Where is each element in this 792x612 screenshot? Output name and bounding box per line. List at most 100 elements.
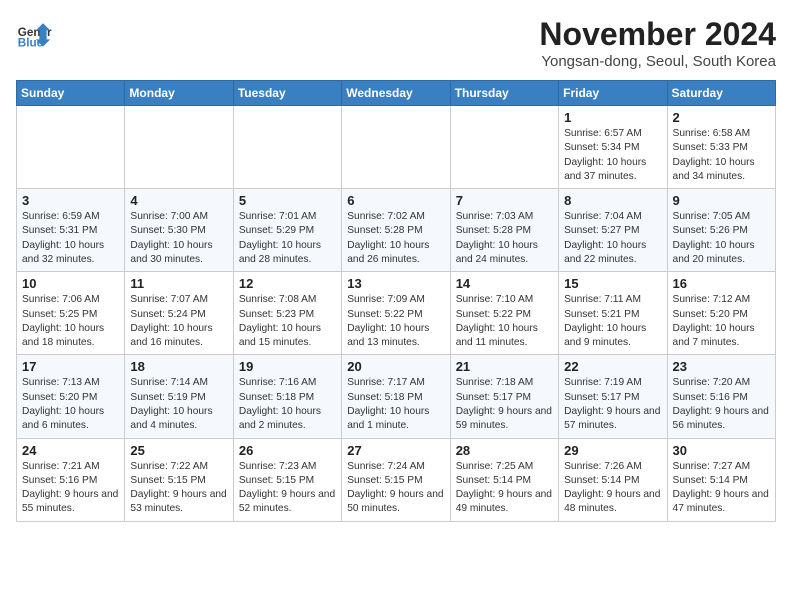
day-info: Sunrise: 7:27 AMSunset: 5:14 PMDaylight:…: [673, 460, 770, 517]
day-info: Sunrise: 6:58 AMSunset: 5:33 PMDaylight:…: [673, 127, 770, 184]
day-number: 19: [239, 359, 336, 374]
calendar-day-cell: 18 Sunrise: 7:14 AMSunset: 5:19 PMDayligh…: [125, 355, 233, 438]
day-of-week-header: Wednesday: [342, 81, 450, 106]
page-title: November 2024: [539, 16, 776, 53]
day-info: Sunrise: 7:23 AMSunset: 5:15 PMDaylight:…: [239, 460, 336, 517]
page-subtitle: Yongsan-dong, Seoul, South Korea: [539, 53, 776, 70]
day-number: 21: [456, 359, 553, 374]
day-number: 4: [130, 193, 227, 208]
calendar-day-cell: 11 Sunrise: 7:07 AMSunset: 5:24 PMDayligh…: [125, 272, 233, 355]
calendar-week-row: 17 Sunrise: 7:13 AMSunset: 5:20 PMDayligh…: [17, 355, 776, 438]
calendar-day-cell: 7 Sunrise: 7:03 AMSunset: 5:28 PMDaylight…: [450, 189, 558, 272]
day-number: 7: [456, 193, 553, 208]
calendar-day-cell: 2 Sunrise: 6:58 AMSunset: 5:33 PMDaylight…: [667, 106, 775, 189]
day-info: Sunrise: 7:16 AMSunset: 5:18 PMDaylight:…: [239, 376, 336, 433]
day-info: Sunrise: 7:11 AMSunset: 5:21 PMDaylight:…: [564, 293, 661, 350]
day-info: Sunrise: 7:26 AMSunset: 5:14 PMDaylight:…: [564, 460, 661, 517]
calendar-day-cell: 10Sunrise: 7:06 AMSunset: 5:25 PMDayligh…: [17, 272, 125, 355]
calendar-day-cell: 30 Sunrise: 7:27 AMSunset: 5:14 PMDayligh…: [667, 438, 775, 521]
day-number: 27: [347, 443, 444, 458]
logo: General Blue: [16, 16, 52, 52]
day-of-week-header: Monday: [125, 81, 233, 106]
day-info: Sunrise: 7:14 AMSunset: 5:19 PMDaylight:…: [130, 376, 227, 433]
day-info: Sunrise: 7:07 AMSunset: 5:24 PMDaylight:…: [130, 293, 227, 350]
day-number: 5: [239, 193, 336, 208]
day-number: 10: [22, 276, 119, 291]
calendar-day-cell: 29 Sunrise: 7:26 AMSunset: 5:14 PMDayligh…: [559, 438, 667, 521]
calendar-day-cell: 1 Sunrise: 6:57 AMSunset: 5:34 PMDaylight…: [559, 106, 667, 189]
day-of-week-header: Thursday: [450, 81, 558, 106]
day-info: Sunrise: 7:09 AMSunset: 5:22 PMDaylight:…: [347, 293, 444, 350]
day-number: 18: [130, 359, 227, 374]
calendar-day-cell: 21 Sunrise: 7:18 AMSunset: 5:17 PMDayligh…: [450, 355, 558, 438]
day-number: 25: [130, 443, 227, 458]
calendar-day-cell: 13Sunrise: 7:09 AMSunset: 5:22 PMDayligh…: [342, 272, 450, 355]
day-number: 2: [673, 110, 770, 125]
day-number: 30: [673, 443, 770, 458]
calendar-week-row: 1 Sunrise: 6:57 AMSunset: 5:34 PMDaylight…: [17, 106, 776, 189]
calendar-day-cell: [233, 106, 341, 189]
calendar-day-cell: 28Sunrise: 7:25 AMSunset: 5:14 PMDayligh…: [450, 438, 558, 521]
day-info: Sunrise: 7:17 AMSunset: 5:18 PMDaylight:…: [347, 376, 444, 433]
day-of-week-header: Sunday: [17, 81, 125, 106]
day-info: Sunrise: 7:00 AMSunset: 5:30 PMDaylight:…: [130, 210, 227, 267]
calendar-day-cell: 20 Sunrise: 7:17 AMSunset: 5:18 PMDayligh…: [342, 355, 450, 438]
day-number: 9: [673, 193, 770, 208]
calendar-day-cell: 12Sunrise: 7:08 AMSunset: 5:23 PMDayligh…: [233, 272, 341, 355]
day-info: Sunrise: 6:59 AMSunset: 5:31 PMDaylight:…: [22, 210, 119, 267]
calendar-day-cell: 16 Sunrise: 7:12 AMSunset: 5:20 PMDayligh…: [667, 272, 775, 355]
calendar-day-cell: 24 Sunrise: 7:21 AMSunset: 5:16 PMDayligh…: [17, 438, 125, 521]
day-info: Sunrise: 7:24 AMSunset: 5:15 PMDaylight:…: [347, 460, 444, 517]
day-number: 11: [130, 276, 227, 291]
calendar-day-cell: 15 Sunrise: 7:11 AMSunset: 5:21 PMDayligh…: [559, 272, 667, 355]
day-info: Sunrise: 6:57 AMSunset: 5:34 PMDaylight:…: [564, 127, 661, 184]
calendar-day-cell: 19 Sunrise: 7:16 AMSunset: 5:18 PMDayligh…: [233, 355, 341, 438]
day-info: Sunrise: 7:18 AMSunset: 5:17 PMDaylight:…: [456, 376, 553, 433]
title-block: November 2024 Yongsan-dong, Seoul, South…: [539, 16, 776, 70]
day-number: 15: [564, 276, 661, 291]
calendar-day-cell: 4 Sunrise: 7:00 AMSunset: 5:30 PMDaylight…: [125, 189, 233, 272]
calendar-day-cell: [450, 106, 558, 189]
calendar-day-cell: 14 Sunrise: 7:10 AMSunset: 5:22 PMDayligh…: [450, 272, 558, 355]
day-info: Sunrise: 7:02 AMSunset: 5:28 PMDaylight:…: [347, 210, 444, 267]
calendar-day-cell: 27 Sunrise: 7:24 AMSunset: 5:15 PMDayligh…: [342, 438, 450, 521]
day-number: 6: [347, 193, 444, 208]
day-number: 16: [673, 276, 770, 291]
day-info: Sunrise: 7:04 AMSunset: 5:27 PMDaylight:…: [564, 210, 661, 267]
calendar-day-cell: 22Sunrise: 7:19 AMSunset: 5:17 PMDayligh…: [559, 355, 667, 438]
day-of-week-header: Tuesday: [233, 81, 341, 106]
calendar-day-cell: 25 Sunrise: 7:22 AMSunset: 5:15 PMDayligh…: [125, 438, 233, 521]
calendar-day-cell: 3 Sunrise: 6:59 AMSunset: 5:31 PMDaylight…: [17, 189, 125, 272]
day-info: Sunrise: 7:19 AMSunset: 5:17 PMDaylight:…: [564, 376, 661, 433]
calendar-day-cell: 26 Sunrise: 7:23 AMSunset: 5:15 PMDayligh…: [233, 438, 341, 521]
day-info: Sunrise: 7:05 AMSunset: 5:26 PMDaylight:…: [673, 210, 770, 267]
day-of-week-header: Saturday: [667, 81, 775, 106]
day-info: Sunrise: 7:01 AMSunset: 5:29 PMDaylight:…: [239, 210, 336, 267]
day-number: 1: [564, 110, 661, 125]
day-number: 28: [456, 443, 553, 458]
day-info: Sunrise: 7:21 AMSunset: 5:16 PMDaylight:…: [22, 460, 119, 517]
day-info: Sunrise: 7:20 AMSunset: 5:16 PMDaylight:…: [673, 376, 770, 433]
day-number: 12: [239, 276, 336, 291]
day-number: 17: [22, 359, 119, 374]
day-info: Sunrise: 7:22 AMSunset: 5:15 PMDaylight:…: [130, 460, 227, 517]
day-number: 20: [347, 359, 444, 374]
day-info: Sunrise: 7:13 AMSunset: 5:20 PMDaylight:…: [22, 376, 119, 433]
calendar-day-cell: 9 Sunrise: 7:05 AMSunset: 5:26 PMDaylight…: [667, 189, 775, 272]
day-number: 23: [673, 359, 770, 374]
calendar-day-cell: 17 Sunrise: 7:13 AMSunset: 5:20 PMDayligh…: [17, 355, 125, 438]
day-number: 26: [239, 443, 336, 458]
day-info: Sunrise: 7:12 AMSunset: 5:20 PMDaylight:…: [673, 293, 770, 350]
day-info: Sunrise: 7:10 AMSunset: 5:22 PMDaylight:…: [456, 293, 553, 350]
day-number: 3: [22, 193, 119, 208]
day-number: 14: [456, 276, 553, 291]
day-number: 24: [22, 443, 119, 458]
day-number: 8: [564, 193, 661, 208]
calendar-header-row: SundayMondayTuesdayWednesdayThursdayFrid…: [17, 81, 776, 106]
calendar-day-cell: 5 Sunrise: 7:01 AMSunset: 5:29 PMDaylight…: [233, 189, 341, 272]
logo-icon: General Blue: [16, 16, 52, 52]
day-info: Sunrise: 7:03 AMSunset: 5:28 PMDaylight:…: [456, 210, 553, 267]
calendar-week-row: 3 Sunrise: 6:59 AMSunset: 5:31 PMDaylight…: [17, 189, 776, 272]
day-number: 29: [564, 443, 661, 458]
calendar-day-cell: [17, 106, 125, 189]
